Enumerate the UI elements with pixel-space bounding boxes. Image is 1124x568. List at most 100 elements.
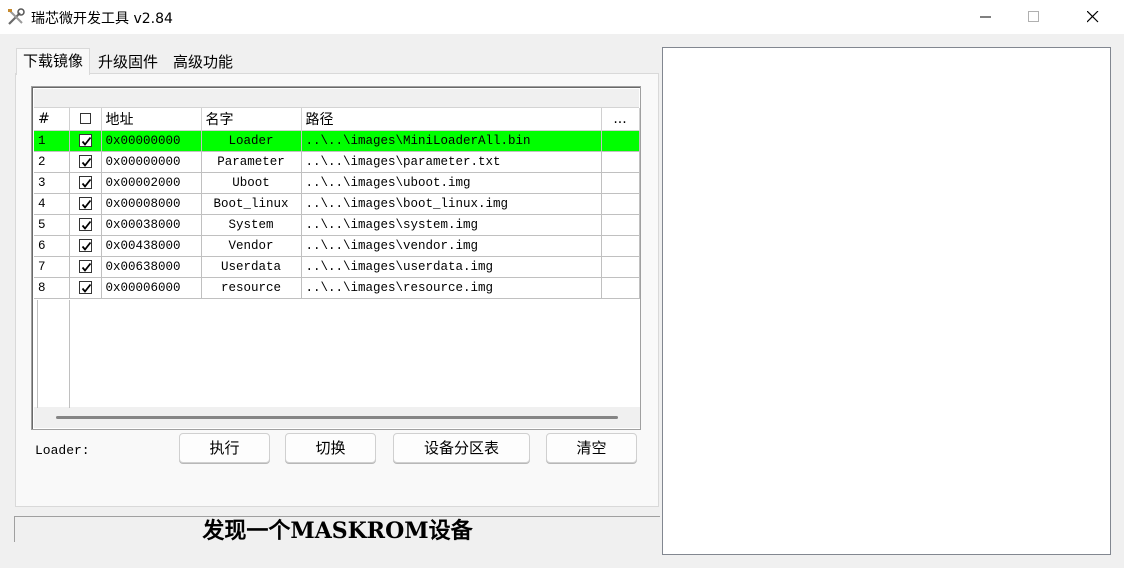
row-more (601, 172, 640, 194)
row-address: 0x00638000 (101, 256, 202, 278)
row-address: 0x00008000 (101, 193, 202, 215)
checkbox[interactable] (78, 280, 92, 294)
row-address: 0x00038000 (101, 214, 202, 236)
minimize-icon (980, 16, 991, 18)
checkbox[interactable] (78, 154, 92, 168)
row-name: Uboot (201, 172, 302, 194)
table-row[interactable]: 5 0x00038000 System ..\..\images\system.img (34, 214, 640, 236)
row-address: 0x00000000 (101, 151, 202, 173)
checkbox[interactable] (78, 133, 92, 147)
row-name: Parameter (201, 151, 302, 173)
maximize-icon (1028, 11, 1039, 22)
column-header-check[interactable] (69, 108, 102, 131)
title-bar: 瑞芯微开发工具 v2.84 (0, 0, 1124, 34)
checkmark-icon (81, 262, 91, 272)
row-checkbox[interactable] (69, 214, 102, 236)
row-checkbox[interactable] (69, 235, 102, 257)
row-number: 6 (34, 235, 70, 257)
row-path: ..\..\images\boot_linux.img (301, 193, 602, 215)
row-more (601, 235, 640, 257)
select-all-checkbox[interactable] (79, 113, 91, 125)
row-name: Userdata (201, 256, 302, 278)
close-button[interactable] (1070, 0, 1116, 34)
row-number: 1 (34, 130, 70, 152)
empty-area-divider (69, 300, 70, 408)
row-more (601, 130, 640, 152)
column-header-num[interactable]: # (34, 108, 70, 131)
checkbox[interactable] (78, 259, 92, 273)
table-row[interactable]: 8 0x00006000 resource ..\..\images\resource… (34, 277, 640, 299)
row-address: 0x00438000 (101, 235, 202, 257)
execute-button[interactable]: 执行 (179, 433, 270, 463)
column-header-more[interactable]: ... (601, 108, 640, 131)
image-list[interactable]: # 地址 名字 路径 ... 1 0x00000000 Loader ..\..\im… (31, 86, 641, 430)
clear-button[interactable]: 清空 (546, 433, 637, 463)
table-row[interactable]: 2 0x00000000 Parameter ..\..\images\paramet… (34, 151, 640, 173)
row-path: ..\..\images\uboot.img (301, 172, 602, 194)
row-name: Vendor (201, 235, 302, 257)
row-number: 2 (34, 151, 70, 173)
image-table: # 地址 名字 路径 ... 1 0x00000000 Loader ..\..\im… (34, 108, 640, 299)
column-header-address[interactable]: 地址 (101, 108, 202, 131)
row-address: 0x00006000 (101, 277, 202, 299)
tab-upgrade-firmware[interactable]: 升级固件 (94, 50, 162, 74)
checkbox[interactable] (78, 238, 92, 252)
status-bar: 发现一个MASKROM设备 (14, 516, 660, 542)
row-path: ..\..\images\MiniLoaderAll.bin (301, 130, 602, 152)
row-path: ..\..\images\parameter.txt (301, 151, 602, 173)
checkmark-icon (81, 157, 91, 167)
tab-advanced-functions[interactable]: 高级功能 (169, 50, 237, 74)
device-partition-table-button[interactable]: 设备分区表 (393, 433, 530, 463)
row-number: 5 (34, 214, 70, 236)
row-name: System (201, 214, 302, 236)
maximize-button[interactable] (1011, 0, 1057, 34)
checkmark-icon (81, 220, 91, 230)
table-row[interactable]: 4 0x00008000 Boot_linux ..\..\images\boot_l… (34, 193, 640, 215)
checkmark-icon (81, 136, 91, 146)
checkbox[interactable] (78, 217, 92, 231)
table-row[interactable]: 6 0x00438000 Vendor ..\..\images\vendor.img (34, 235, 640, 257)
row-checkbox[interactable] (69, 256, 102, 278)
scrollbar-thumb[interactable] (56, 416, 618, 419)
row-path: ..\..\images\resource.img (301, 277, 602, 299)
row-path: ..\..\images\system.img (301, 214, 602, 236)
checkmark-icon (81, 283, 91, 293)
list-top-band (34, 89, 639, 108)
log-panel[interactable] (662, 47, 1111, 555)
table-row[interactable]: 7 0x00638000 Userdata ..\..\images\userdata… (34, 256, 640, 278)
window-title: 瑞芯微开发工具 v2.84 (31, 11, 173, 27)
checkmark-icon (81, 241, 91, 251)
horizontal-scrollbar[interactable] (34, 407, 640, 428)
row-path: ..\..\images\vendor.img (301, 235, 602, 257)
row-more (601, 193, 640, 215)
row-number: 4 (34, 193, 70, 215)
table-row[interactable]: 3 0x00002000 Uboot ..\..\images\uboot.img (34, 172, 640, 194)
row-checkbox[interactable] (69, 193, 102, 215)
row-checkbox[interactable] (69, 130, 102, 152)
row-checkbox[interactable] (69, 172, 102, 194)
row-name: Loader (201, 130, 302, 152)
switch-button[interactable]: 切换 (285, 433, 376, 463)
row-more (601, 256, 640, 278)
tab-download-image[interactable]: 下载镜像 (16, 48, 91, 75)
row-more (601, 151, 640, 173)
row-number: 8 (34, 277, 70, 299)
checkbox[interactable] (78, 196, 92, 210)
close-icon (1087, 11, 1099, 23)
row-address: 0x00000000 (101, 130, 202, 152)
row-more (601, 214, 640, 236)
column-header-name[interactable]: 名字 (201, 108, 302, 131)
row-number: 7 (34, 256, 70, 278)
row-name: Boot_linux (201, 193, 302, 215)
row-checkbox[interactable] (69, 277, 102, 299)
row-address: 0x00002000 (101, 172, 202, 194)
row-checkbox[interactable] (69, 151, 102, 173)
table-row[interactable]: 1 0x00000000 Loader ..\..\images\MiniLoader… (34, 130, 640, 152)
minimize-button[interactable] (963, 0, 1009, 34)
column-header-path[interactable]: 路径 (301, 108, 602, 131)
tools-icon (6, 7, 26, 27)
loader-label: Loader: (35, 443, 90, 458)
row-number: 3 (34, 172, 70, 194)
empty-area-divider (37, 300, 38, 408)
checkbox[interactable] (78, 175, 92, 189)
